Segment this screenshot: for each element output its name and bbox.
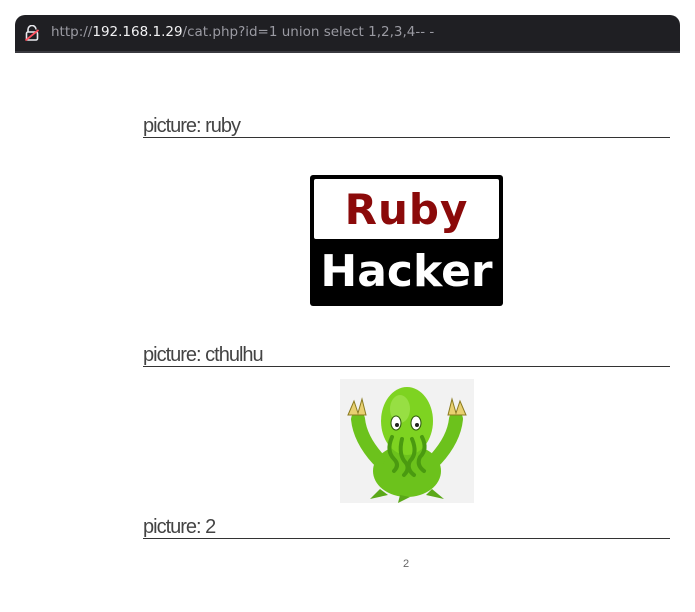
picture-caption: 2	[402, 558, 410, 570]
picture-heading-cthulhu: picture: cthulhu	[143, 344, 670, 367]
ruby-hacker-image[interactable]: Ruby Hacker	[310, 175, 503, 306]
url-host: 192.168.1.29	[92, 24, 183, 40]
ruby-logo-top-text: Ruby	[314, 179, 499, 239]
insecure-lock-icon[interactable]	[25, 25, 39, 41]
address-bar[interactable]: http://192.168.1.29/cat.php?id=1 union s…	[15, 15, 680, 53]
url-scheme: http://	[51, 24, 93, 40]
cthulhu-image[interactable]	[340, 379, 474, 503]
url-path: /cat.php?id=1 union select 1,2,3,4-- -	[182, 24, 435, 40]
url-text[interactable]: http://192.168.1.29/cat.php?id=1 union s…	[51, 24, 434, 40]
picture-heading-ruby: picture: ruby	[143, 115, 670, 138]
picture-heading-2: picture: 2	[143, 516, 670, 539]
ruby-logo-bottom-text: Hacker	[320, 246, 493, 297]
cthulhu-icon	[347, 387, 467, 503]
